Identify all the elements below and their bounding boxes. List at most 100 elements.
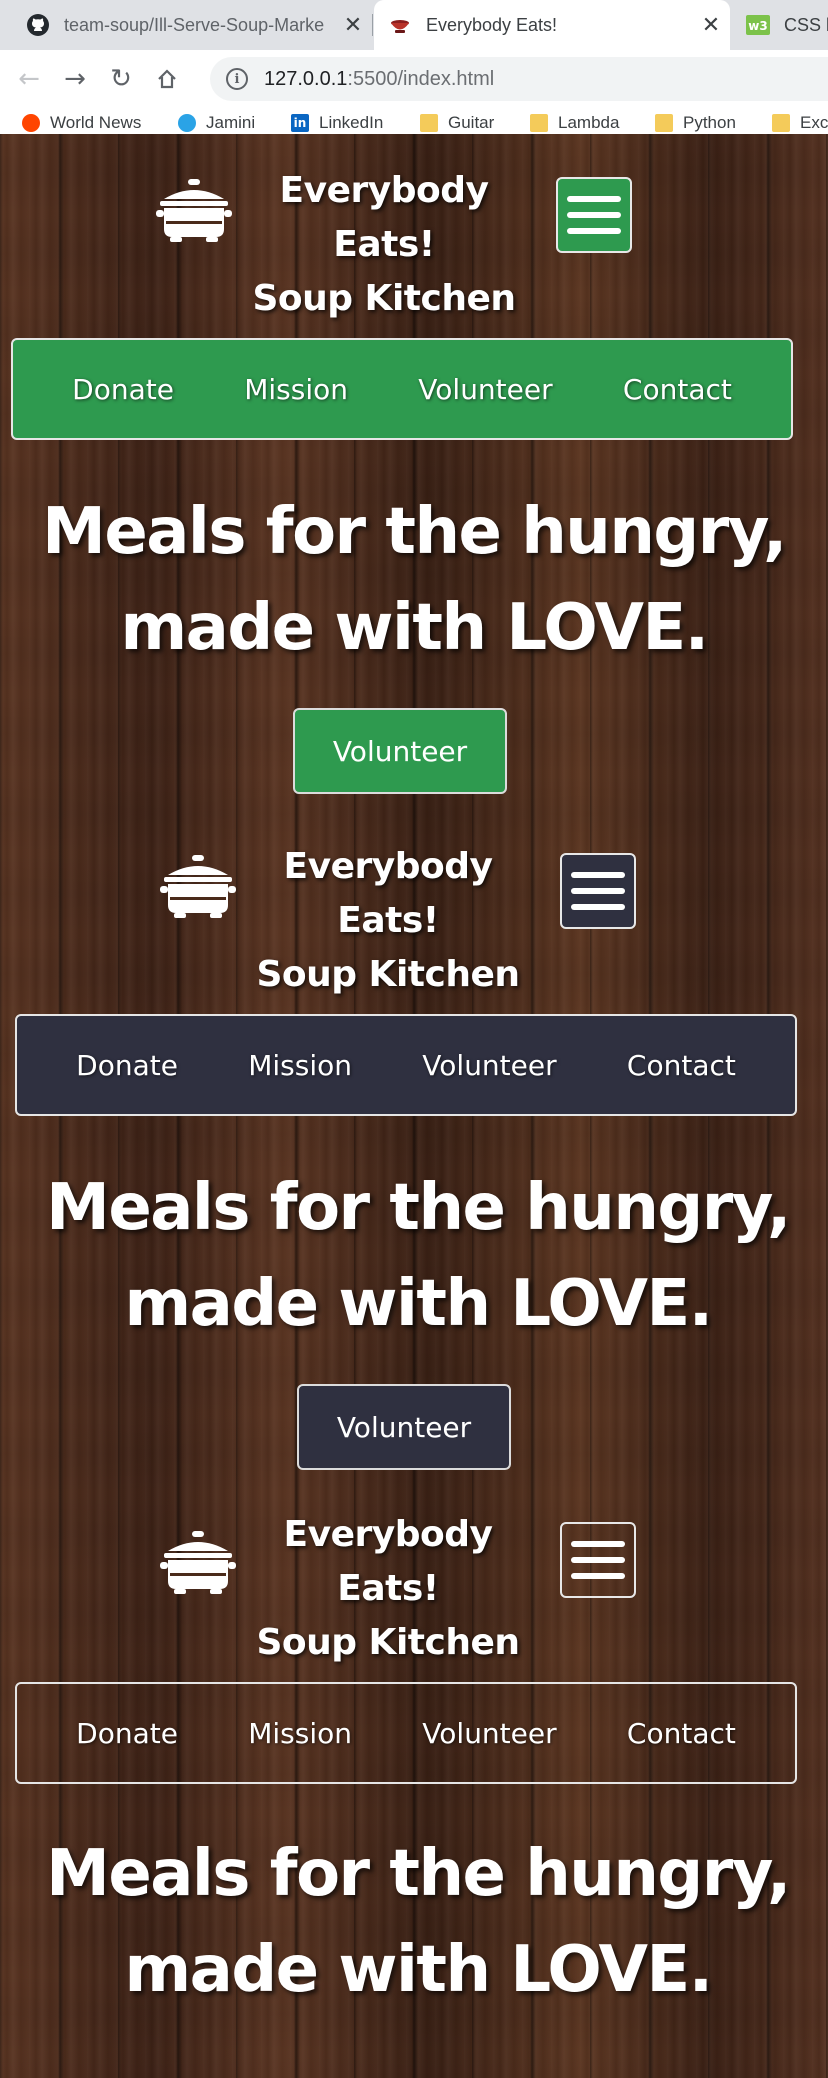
- reddit-icon: [22, 114, 40, 132]
- bookmark-label: Lambda: [558, 113, 620, 132]
- page-viewport: Everybody Eats! Soup Kitchen Donate Miss…: [0, 134, 828, 2078]
- menu-icon-bar: [567, 212, 621, 218]
- browser-toolbar: ← → ↻ i 127.0.0.1:5500/index.html: [0, 50, 828, 108]
- site-header: Everybody Eats! Soup Kitchen: [0, 134, 828, 334]
- reload-icon[interactable]: ↻: [104, 62, 138, 96]
- url-path: :5500/index.html: [347, 67, 495, 90]
- main-nav: Donate Mission Volunteer Contact: [15, 1682, 797, 1784]
- site-title[interactable]: Everybody Eats! Soup Kitchen: [228, 1508, 548, 1670]
- browser-tab-strip: team-soup/Ill-Serve-Soup-Marke ✕ Everybo…: [0, 0, 828, 50]
- address-bar[interactable]: i 127.0.0.1:5500/index.html: [210, 57, 828, 101]
- volunteer-button[interactable]: Volunteer: [293, 708, 507, 794]
- bookmark-linkedin[interactable]: in LinkedIn: [291, 112, 383, 134]
- main-nav: Donate Mission Volunteer Contact: [11, 338, 793, 440]
- hero-line-1: Meals for the hungry,: [46, 1171, 791, 1245]
- soup-bowl-icon: [388, 13, 412, 37]
- main-nav: Donate Mission Volunteer Contact: [15, 1014, 797, 1116]
- menu-icon-bar: [571, 904, 625, 910]
- nav-mission[interactable]: Mission: [244, 373, 348, 406]
- nav-volunteer[interactable]: Volunteer: [422, 1717, 556, 1750]
- nav-donate[interactable]: Donate: [76, 1049, 178, 1082]
- menu-icon-bar: [571, 1573, 625, 1579]
- nav-contact[interactable]: Contact: [627, 1717, 736, 1750]
- bookmark-folder-guitar[interactable]: Guitar: [420, 112, 494, 134]
- bookmark-folder-lambda[interactable]: Lambda: [530, 112, 619, 134]
- jamini-icon: [178, 114, 196, 132]
- folder-icon: [530, 114, 548, 132]
- hamburger-menu-button[interactable]: [560, 1522, 636, 1598]
- tab-css[interactable]: w3 CSS b: [732, 0, 828, 50]
- brand-line-1: Everybody Eats!: [283, 846, 493, 941]
- nav-volunteer[interactable]: Volunteer: [422, 1049, 556, 1082]
- nav-mission[interactable]: Mission: [248, 1717, 352, 1750]
- back-arrow-icon[interactable]: ←: [12, 62, 46, 96]
- site-title[interactable]: Everybody Eats! Soup Kitchen: [224, 164, 544, 326]
- tab-github[interactable]: team-soup/Ill-Serve-Soup-Marke ✕: [12, 0, 372, 50]
- nav-contact[interactable]: Contact: [627, 1049, 736, 1082]
- soup-pot-icon: [160, 855, 236, 918]
- folder-icon: [420, 114, 438, 132]
- bookmark-world-news[interactable]: World News: [22, 112, 141, 134]
- forward-arrow-icon[interactable]: →: [58, 62, 92, 96]
- tab-everybody-eats[interactable]: Everybody Eats! ✕: [374, 0, 730, 50]
- nav-donate[interactable]: Donate: [72, 373, 174, 406]
- site-header: Everybody Eats! Soup Kitchen: [0, 1486, 828, 1686]
- nav-donate[interactable]: Donate: [76, 1717, 178, 1750]
- linkedin-icon: in: [291, 114, 309, 132]
- folder-icon: [772, 114, 790, 132]
- bookmark-label: Guitar: [448, 113, 495, 132]
- info-icon[interactable]: i: [226, 68, 248, 90]
- brand-line-2: Soup Kitchen: [256, 1622, 520, 1663]
- brand-line-2: Soup Kitchen: [256, 954, 520, 995]
- bookmark-label: LinkedIn: [319, 113, 384, 132]
- menu-icon-bar: [567, 196, 621, 202]
- nav-mission[interactable]: Mission: [248, 1049, 352, 1082]
- close-icon[interactable]: ✕: [338, 12, 368, 38]
- brand-line-1: Everybody Eats!: [283, 1514, 493, 1609]
- soup-pot-icon: [156, 179, 232, 242]
- hamburger-menu-button[interactable]: [560, 853, 636, 929]
- home-icon[interactable]: [150, 62, 184, 96]
- hero-section-green: Everybody Eats! Soup Kitchen Donate Miss…: [0, 134, 828, 810]
- close-icon[interactable]: ✕: [696, 12, 726, 38]
- hero-line-2: made with LOVE.: [124, 1267, 713, 1341]
- hero-section-outline: Everybody Eats! Soup Kitchen Donate Miss…: [0, 1486, 828, 2078]
- menu-icon-bar: [567, 228, 621, 234]
- menu-icon-bar: [571, 872, 625, 878]
- nav-contact[interactable]: Contact: [623, 373, 732, 406]
- tab-title: team-soup/Ill-Serve-Soup-Marke: [64, 14, 325, 35]
- hero-heading: Meals for the hungry, made with LOVE.: [4, 1826, 828, 2018]
- bookmarks-bar: World News Jamini in LinkedIn Guitar Lam…: [0, 108, 828, 134]
- hero-line-2: made with LOVE.: [120, 591, 709, 665]
- bookmark-label: World News: [50, 113, 142, 132]
- bookmark-jamini[interactable]: Jamini: [178, 112, 255, 134]
- tab-title: Everybody Eats!: [426, 14, 558, 35]
- hero-heading: Meals for the hungry, made with LOVE.: [0, 484, 828, 676]
- hero-line-1: Meals for the hungry,: [46, 1837, 791, 1911]
- site-header: Everybody Eats! Soup Kitchen: [0, 810, 828, 1010]
- volunteer-button[interactable]: Volunteer: [297, 1384, 511, 1470]
- hero-section-slate: Everybody Eats! Soup Kitchen Donate Miss…: [0, 810, 828, 1486]
- svg-text:w3: w3: [748, 19, 767, 33]
- menu-icon-bar: [571, 1541, 625, 1547]
- nav-volunteer[interactable]: Volunteer: [418, 373, 552, 406]
- hero-line-1: Meals for the hungry,: [42, 495, 787, 569]
- bookmark-label: Python: [683, 113, 736, 132]
- site-title[interactable]: Everybody Eats! Soup Kitchen: [228, 840, 548, 1002]
- menu-icon-bar: [571, 1557, 625, 1563]
- hero-line-2: made with LOVE.: [124, 1933, 713, 2007]
- bookmark-label: Jamini: [206, 113, 256, 132]
- brand-line-1: Everybody Eats!: [279, 170, 489, 265]
- w3schools-icon: w3: [746, 13, 770, 37]
- bookmark-folder-python[interactable]: Python: [655, 112, 736, 134]
- hamburger-menu-button[interactable]: [556, 177, 632, 253]
- soup-pot-icon: [160, 1531, 236, 1594]
- tab-title: CSS b: [784, 14, 828, 35]
- folder-icon: [655, 114, 673, 132]
- hero-heading: Meals for the hungry, made with LOVE.: [4, 1160, 828, 1352]
- brand-line-2: Soup Kitchen: [252, 278, 516, 319]
- bookmark-folder-exc[interactable]: Exc: [772, 112, 828, 134]
- url-host: 127.0.0.1: [264, 67, 348, 90]
- bookmark-label: Exc: [800, 113, 828, 132]
- github-icon: [26, 13, 50, 37]
